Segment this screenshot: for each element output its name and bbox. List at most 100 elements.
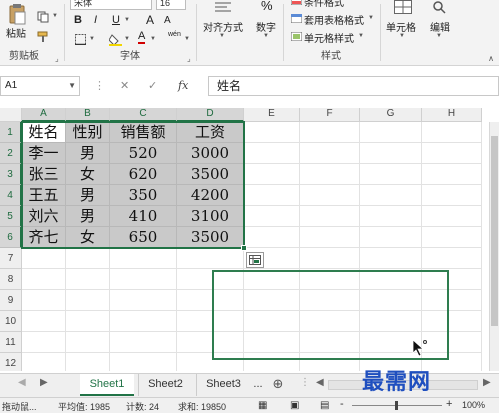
editing-button[interactable]: 编辑 — [430, 19, 450, 34]
cell-c1[interactable]: 销售额 — [110, 122, 177, 143]
conditional-format-icon[interactable] — [290, 0, 302, 5]
chevron-down-icon[interactable]: ▼ — [150, 36, 156, 42]
collapse-ribbon-icon[interactable]: ∧ — [486, 54, 496, 63]
scroll-tabs-right-icon[interactable]: ▶ — [40, 377, 48, 388]
cell-d1[interactable]: 工资 — [177, 122, 244, 143]
cell-h2[interactable] — [422, 143, 482, 164]
cells-icon[interactable] — [392, 0, 414, 16]
column-header-d[interactable]: D — [177, 108, 244, 122]
border-icon[interactable] — [74, 33, 86, 45]
insert-function-icon[interactable]: fx — [178, 79, 188, 92]
fill-color-icon[interactable] — [108, 32, 122, 46]
cell-g4[interactable] — [360, 185, 422, 206]
chevron-down-icon[interactable]: ▼ — [68, 77, 76, 95]
cell-f3[interactable] — [300, 164, 360, 185]
cell-h3[interactable] — [422, 164, 482, 185]
cell-f7[interactable] — [300, 248, 360, 269]
cell-a5[interactable]: 刘六 — [22, 206, 66, 227]
cell-c8[interactable] — [110, 269, 177, 290]
cell-b12[interactable] — [66, 353, 110, 371]
column-header-c[interactable]: C — [110, 108, 177, 122]
cell-e3[interactable] — [244, 164, 300, 185]
worksheet-grid[interactable]: A B C D E F G H 1 姓名 性别 销售额 工资 2 李一男 520 3000 3 张三女 620 3500… — [0, 108, 499, 371]
row-header-2[interactable]: 2 — [0, 143, 22, 164]
confirm-icon[interactable]: ✓ — [148, 79, 157, 92]
cell-c10[interactable] — [110, 311, 177, 332]
format-painter-icon[interactable] — [36, 30, 50, 44]
cell-c12[interactable] — [110, 353, 177, 371]
vertical-scrollbar[interactable] — [489, 122, 499, 371]
zoom-level[interactable]: 100% — [462, 400, 485, 410]
column-header-e[interactable]: E — [244, 108, 300, 122]
row-header-8[interactable]: 8 — [0, 269, 22, 290]
cell-c2[interactable]: 520 — [110, 143, 177, 164]
cell-d4[interactable]: 4200 — [177, 185, 244, 206]
cell-c4[interactable]: 350 — [110, 185, 177, 206]
add-sheet-icon[interactable]: ⊕ — [270, 374, 286, 396]
cell-a7[interactable] — [22, 248, 66, 269]
cell-b7[interactable] — [66, 248, 110, 269]
row-header-6[interactable]: 6 — [0, 227, 22, 248]
cell-a8[interactable] — [22, 269, 66, 290]
column-header-f[interactable]: F — [300, 108, 360, 122]
zoom-out-button[interactable]: - — [340, 398, 344, 410]
cell-a12[interactable] — [22, 353, 66, 371]
cell-f1[interactable] — [300, 122, 360, 143]
cell-c11[interactable] — [110, 332, 177, 353]
row-header-3[interactable]: 3 — [0, 164, 22, 185]
table-format-button[interactable]: 套用表格格式 — [304, 12, 364, 27]
fill-handle[interactable] — [241, 245, 247, 251]
italic-button[interactable]: I — [94, 14, 97, 26]
zoom-in-button[interactable]: + — [446, 398, 452, 410]
cell-a6[interactable]: 齐七 — [22, 227, 66, 248]
row-header-9[interactable]: 9 — [0, 290, 22, 311]
number-button[interactable]: 数字 — [256, 19, 276, 34]
row-header-1[interactable]: 1 — [0, 122, 22, 143]
row-header-12[interactable]: 12 — [0, 353, 22, 371]
more-options-icon[interactable]: ⋮ — [94, 79, 105, 92]
chevron-down-icon[interactable]: ▼ — [124, 36, 130, 42]
hscroll-right-icon[interactable]: ▶ — [483, 377, 491, 388]
cancel-icon[interactable]: ✕ — [120, 79, 129, 92]
tab-sheet3[interactable]: Sheet3 — [196, 374, 250, 396]
cell-c5[interactable]: 410 — [110, 206, 177, 227]
cell-f2[interactable] — [300, 143, 360, 164]
column-header-h[interactable]: H — [422, 108, 482, 122]
cell-b11[interactable] — [66, 332, 110, 353]
cells-button[interactable]: 单元格 — [386, 19, 416, 34]
chevron-down-icon[interactable]: ▼ — [52, 13, 58, 19]
cell-c3[interactable]: 620 — [110, 164, 177, 185]
chevron-down-icon[interactable]: ▼ — [263, 33, 269, 39]
tab-sheet1[interactable]: Sheet1 — [80, 374, 134, 396]
cell-b6[interactable]: 女 — [66, 227, 110, 248]
cell-f5[interactable] — [300, 206, 360, 227]
quick-analysis-icon[interactable] — [246, 252, 264, 268]
conditional-format-button[interactable]: 条件格式 — [304, 0, 344, 9]
row-header-10[interactable]: 10 — [0, 311, 22, 332]
cell-a4[interactable]: 王五 — [22, 185, 66, 206]
hscroll-left-icon[interactable]: ◀ — [316, 377, 324, 388]
cell-c6[interactable]: 650 — [110, 227, 177, 248]
chevron-down-icon[interactable]: ▼ — [368, 15, 374, 21]
cell-h4[interactable] — [422, 185, 482, 206]
options-icon[interactable]: ⋮ — [300, 377, 310, 388]
chevron-down-icon[interactable]: ▼ — [184, 36, 190, 42]
cell-d3[interactable]: 3500 — [177, 164, 244, 185]
cell-e6[interactable] — [244, 227, 300, 248]
chevron-down-icon[interactable]: ▼ — [219, 33, 225, 39]
clipboard-launcher-icon[interactable]: ⌟ — [55, 54, 59, 63]
cell-b8[interactable] — [66, 269, 110, 290]
chevron-down-icon[interactable]: ▼ — [89, 36, 95, 42]
cell-a9[interactable] — [22, 290, 66, 311]
row-header-5[interactable]: 5 — [0, 206, 22, 227]
cell-g3[interactable] — [360, 164, 422, 185]
cell-a3[interactable]: 张三 — [22, 164, 66, 185]
normal-view-icon[interactable]: ▦ — [258, 400, 267, 411]
cell-a1[interactable]: 姓名 — [22, 122, 66, 143]
cell-c9[interactable] — [110, 290, 177, 311]
cell-g2[interactable] — [360, 143, 422, 164]
cell-e2[interactable] — [244, 143, 300, 164]
number-format-icon[interactable]: % — [261, 0, 273, 13]
cell-d7[interactable] — [177, 248, 244, 269]
cell-e5[interactable] — [244, 206, 300, 227]
